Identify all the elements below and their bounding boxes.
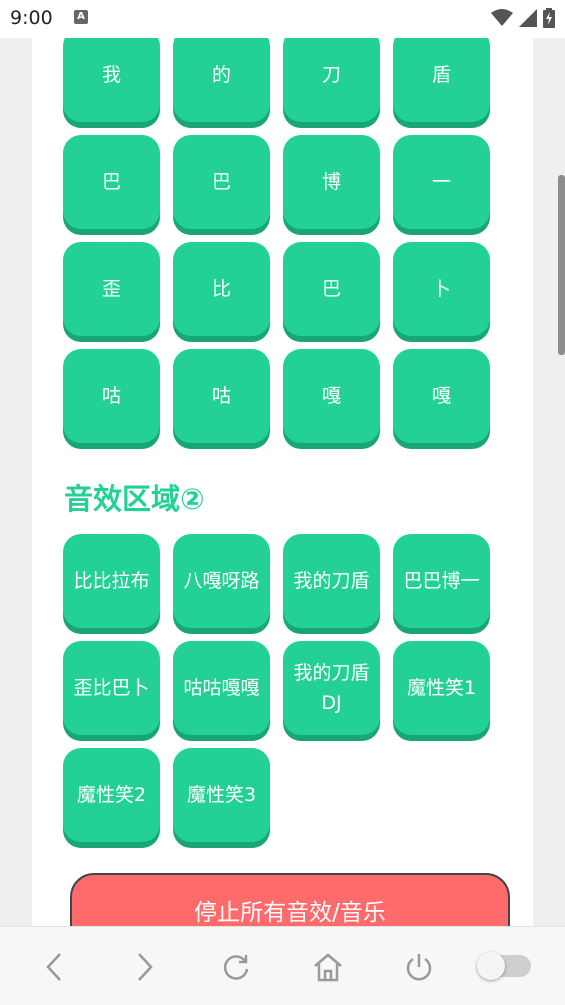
forward-icon[interactable] [127,949,163,985]
sound-button[interactable]: 一 [393,135,490,229]
cell-signal-icon [519,9,537,27]
sound-button[interactable]: 咕 [63,349,160,443]
toggle-knob [477,952,505,980]
sound-button[interactable]: 巴 [283,242,380,336]
status-time: 9:00 [10,7,53,29]
sound-button[interactable]: 博 [283,135,380,229]
sound-button[interactable]: 盾 [393,38,490,122]
home-icon[interactable] [310,949,346,985]
page-margin-right [533,38,565,926]
sound-button[interactable]: 魔性笑2 [63,748,160,842]
status-icons [491,8,555,28]
sound-button[interactable]: 歪 [63,242,160,336]
power-icon[interactable] [401,949,437,985]
sound-grid-2: 比比拉布 八嘎呀路 我的刀盾 巴巴博一 歪比巴卜 咕咕嘎嘎 我的刀盾DJ 魔性笑… [63,534,490,842]
soundboard-page[interactable]: 我 的 刀 盾 巴 巴 博 一 歪 比 巴 卜 咕 咕 嘎 嘎 音效区域② 比比… [32,38,533,926]
page-margin-left [0,38,32,926]
stop-all-button[interactable]: 停止所有音效/音乐 [70,873,510,926]
sound-button[interactable]: 比 [173,242,270,336]
wifi-icon [491,9,513,26]
sound-button[interactable]: 嘎 [283,349,380,443]
browser-nav-bar [0,926,565,1005]
sound-button[interactable]: 刀 [283,38,380,122]
reload-icon[interactable] [218,949,254,985]
status-bar: 9:00 A [0,0,565,38]
notification-icon: A [74,10,88,24]
sound-button[interactable]: 我 [63,38,160,122]
toggle-switch[interactable] [477,952,531,980]
sound-button[interactable]: 魔性笑1 [393,641,490,735]
scrollbar[interactable] [558,175,565,355]
back-icon[interactable] [36,949,72,985]
battery-charging-icon [543,8,555,28]
sound-button[interactable]: 巴巴博一 [393,534,490,628]
sound-button[interactable]: 歪比巴卜 [63,641,160,735]
sound-button[interactable]: 我的刀盾DJ [283,641,380,735]
sound-button[interactable]: 咕咕嘎嘎 [173,641,270,735]
sound-button[interactable]: 魔性笑3 [173,748,270,842]
sound-button[interactable]: 巴 [173,135,270,229]
section-title: 音效区域② [64,482,205,516]
sound-button[interactable]: 的 [173,38,270,122]
sound-button[interactable]: 嘎 [393,349,490,443]
sound-grid-1: 我 的 刀 盾 巴 巴 博 一 歪 比 巴 卜 咕 咕 嘎 嘎 [63,38,490,443]
sound-button[interactable]: 卜 [393,242,490,336]
sound-button[interactable]: 我的刀盾 [283,534,380,628]
sound-button[interactable]: 咕 [173,349,270,443]
sound-button[interactable]: 巴 [63,135,160,229]
sound-button[interactable]: 八嘎呀路 [173,534,270,628]
sound-button[interactable]: 比比拉布 [63,534,160,628]
